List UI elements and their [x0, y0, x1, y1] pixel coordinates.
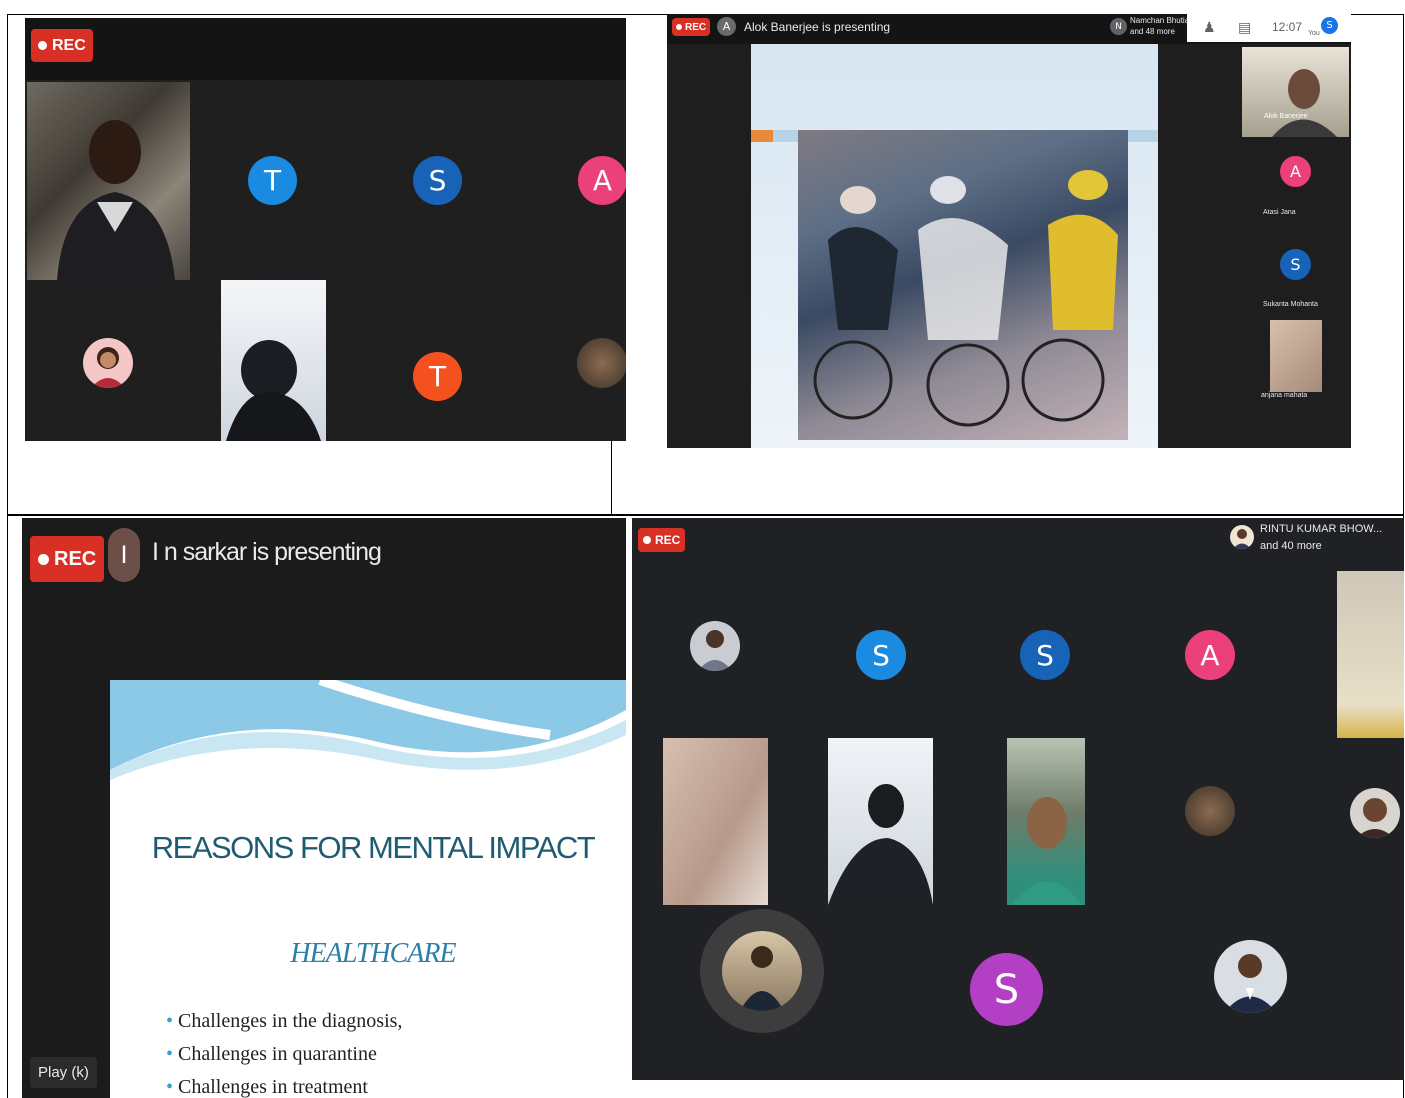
- presentation-slide: REASONS FOR MENTAL IMPACT HEALTHCARE • C…: [110, 680, 626, 1098]
- sidebar-video-tile[interactable]: Alok Banerjee: [1242, 47, 1349, 137]
- participant-avatar-s-3[interactable]: S: [970, 953, 1043, 1026]
- meeting-grid-panel-4: REC RINTU KUMAR BHOW... and 40 more S S …: [632, 518, 1404, 1080]
- bullet-item: • Challenges in treatment: [166, 1076, 368, 1098]
- slide-title: REASONS FOR MENTAL IMPACT: [151, 830, 596, 865]
- play-tooltip[interactable]: Play (k): [30, 1057, 97, 1088]
- slide-photo-cyclists: [798, 130, 1128, 440]
- presenter-avatar: I: [108, 528, 140, 582]
- participant-photo-1[interactable]: [690, 621, 740, 671]
- bullet-item: • Challenges in quarantine: [166, 1043, 377, 1065]
- clock-time: 12:07: [1272, 20, 1303, 34]
- participants-avatar[interactable]: N: [1110, 18, 1127, 35]
- sidebar-name-3: Sukanta Mohanta: [1263, 301, 1318, 308]
- cyclists-image-icon: [813, 170, 1118, 427]
- rec-badge: REC: [31, 29, 93, 62]
- rec-label: REC: [655, 533, 681, 547]
- participant-photo-group[interactable]: [1185, 786, 1235, 836]
- participant-video-tile-1[interactable]: [663, 738, 768, 905]
- participants-count: and 40 more: [1260, 540, 1322, 552]
- rec-label: REC: [52, 36, 86, 54]
- participants-name: Namchan Bhutia: [1130, 16, 1190, 25]
- sidebar-name-4: anjana mahata: [1261, 392, 1308, 399]
- record-dot-icon: [38, 553, 49, 565]
- participant-video-tile-3[interactable]: [1007, 738, 1085, 905]
- meeting-presentation-panel-2: REC A Alok Banerjee is presenting N Namc…: [667, 14, 1351, 448]
- person-silhouette-icon: [828, 784, 933, 905]
- rec-label: REC: [685, 21, 707, 33]
- participant-video-tile-2[interactable]: [221, 280, 326, 441]
- slide-wave-decoration: [110, 680, 626, 780]
- participant-photo-woman[interactable]: [83, 338, 133, 388]
- slide-bullets: • Challenges in the diagnosis, • Challen…: [166, 1005, 402, 1098]
- participant-video-tile[interactable]: [27, 82, 190, 280]
- presenting-status: Alok Banerjee is presenting: [744, 20, 891, 34]
- you-label: You: [1308, 30, 1320, 37]
- participant-avatar-t[interactable]: T: [248, 156, 297, 205]
- record-dot-icon: [676, 24, 682, 30]
- sidebar-name-1: Alok Banerjee: [1264, 113, 1308, 120]
- presenter-avatar: A: [717, 17, 736, 36]
- participant-video-tile-ceiling[interactable]: [1337, 571, 1404, 738]
- rec-label: REC: [54, 547, 97, 570]
- sidebar-name-2: Atasi Jana: [1263, 209, 1296, 216]
- rec-badge: REC: [672, 18, 711, 36]
- top-bar: [25, 18, 626, 80]
- slide-orange-accent: [751, 130, 773, 142]
- record-dot-icon: [38, 41, 47, 50]
- rec-badge: REC: [638, 528, 686, 552]
- sidebar-avatar-s[interactable]: S: [1280, 249, 1311, 280]
- record-dot-icon: [643, 536, 651, 544]
- participant-photo-suit[interactable]: [1214, 940, 1287, 1013]
- participant-photo-group[interactable]: [577, 338, 626, 388]
- participant-photo-2[interactable]: [1350, 788, 1400, 838]
- table-col-divider-top: [611, 440, 612, 515]
- sidebar-video-tile-2[interactable]: [1270, 320, 1322, 392]
- sidebar-avatar-a[interactable]: A: [1280, 156, 1311, 187]
- participant-video-tile-2[interactable]: [828, 738, 933, 905]
- participant-avatar-a[interactable]: A: [1185, 630, 1235, 680]
- participants-name: RINTU KUMAR BHOW...: [1260, 523, 1383, 535]
- participant-active-speaker[interactable]: [700, 909, 824, 1033]
- person-silhouette-icon: [57, 120, 175, 280]
- person-silhouette-icon: [226, 340, 321, 441]
- participants-avatar[interactable]: [1230, 525, 1254, 549]
- presenting-status: I n sarkar is presenting: [152, 538, 382, 566]
- chat-icon[interactable]: ▤: [1238, 19, 1251, 36]
- person-face-icon: [1012, 797, 1082, 905]
- rec-badge: REC: [30, 536, 105, 582]
- meeting-presentation-panel-3: REC I I n sarkar is presenting REASONS F…: [22, 518, 626, 1098]
- participant-avatar-a[interactable]: A: [578, 156, 626, 205]
- participant-avatar-s-1[interactable]: S: [856, 630, 906, 680]
- user-avatar[interactable]: S: [1321, 17, 1338, 34]
- bullet-item: • Challenges in the diagnosis,: [166, 1010, 403, 1032]
- meeting-grid-panel-1: REC T S A T: [25, 18, 626, 441]
- participant-avatar-s[interactable]: S: [413, 156, 462, 205]
- presentation-slide: [751, 44, 1158, 448]
- slide-subtitle: HEALTHCARE: [290, 938, 456, 969]
- participants-count: and 48 more: [1130, 27, 1175, 36]
- table-border-left: [7, 14, 8, 1098]
- participant-avatar-t-2[interactable]: T: [413, 352, 462, 401]
- table-row-divider: [7, 514, 1404, 516]
- participant-avatar-s-2[interactable]: S: [1020, 630, 1070, 680]
- people-icon[interactable]: ♟: [1203, 19, 1216, 36]
